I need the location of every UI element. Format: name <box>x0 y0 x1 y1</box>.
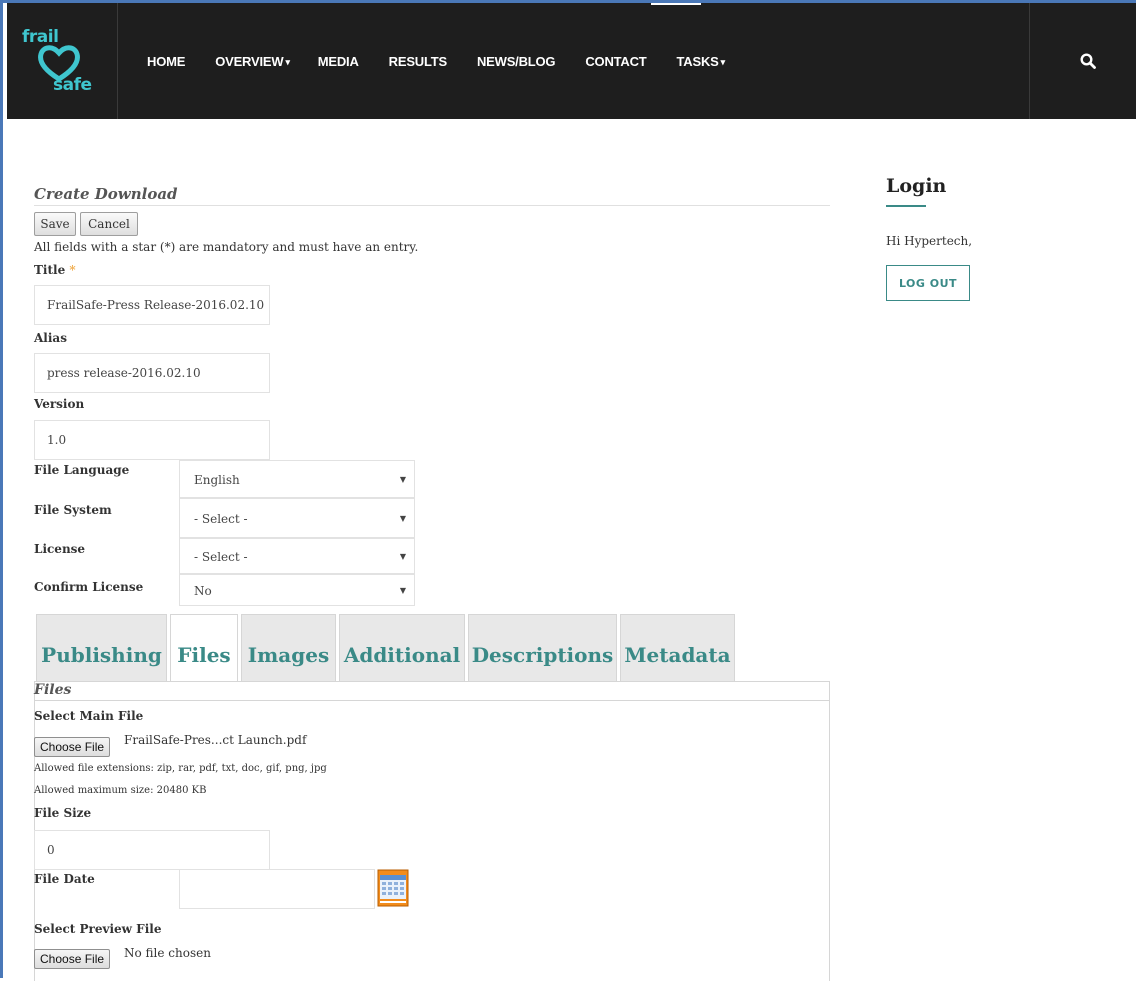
login-greeting: Hi Hypertech, <box>886 234 973 248</box>
file-system-label: File System <box>34 503 112 517</box>
version-label: Version <box>34 397 85 411</box>
allowed-size-note: Allowed maximum size: 20480 KB <box>34 785 207 796</box>
chevron-down-icon: ▾ <box>285 56 290 67</box>
nav-item-home[interactable]: HOME <box>147 54 187 69</box>
login-title-underline <box>886 205 926 207</box>
nav-item-tasks[interactable]: TASKS ▾ <box>677 54 726 69</box>
nav-item-overview[interactable]: OVERVIEW ▾ <box>215 54 290 69</box>
version-input[interactable]: 1.0 <box>34 420 270 460</box>
tab-publishing[interactable]: Publishing <box>36 614 167 682</box>
tab-metadata[interactable]: Metadata <box>620 614 735 682</box>
choose-preview-file-button[interactable]: Choose File <box>34 949 111 969</box>
license-label: License <box>34 542 86 556</box>
save-button[interactable]: Save <box>34 212 76 236</box>
confirm-license-select[interactable]: No ▼ <box>179 574 415 606</box>
site-logo[interactable]: frail safe <box>7 3 118 119</box>
login-widget-title: Login <box>886 175 947 197</box>
logo-text-safe: safe <box>53 75 92 95</box>
cancel-button[interactable]: Cancel <box>80 212 138 236</box>
file-language-label: File Language <box>34 463 130 477</box>
main-file-label: Select Main File <box>34 709 144 723</box>
chevron-down-icon: ▼ <box>399 552 406 561</box>
allowed-extensions-note: Allowed file extensions: zip, rar, pdf, … <box>34 763 327 774</box>
chevron-down-icon: ▼ <box>399 475 406 484</box>
license-select[interactable]: - Select - ▼ <box>179 538 415 574</box>
chevron-down-icon: ▼ <box>399 514 406 523</box>
file-language-select[interactable]: English ▼ <box>179 460 415 498</box>
main-file-name: FrailSafe-Pres...ct Launch.pdf <box>124 733 307 747</box>
tab-descriptions[interactable]: Descriptions <box>468 614 617 682</box>
file-system-select[interactable]: - Select - ▼ <box>179 498 415 538</box>
page-title: Create Download <box>34 185 178 203</box>
top-navbar: frail safe HOME OVERVIEW ▾ MEDIA RESULTS … <box>7 3 1136 119</box>
file-date-label: File Date <box>34 872 95 886</box>
files-panel-title: Files <box>34 682 72 698</box>
tab-images[interactable]: Images <box>241 614 336 682</box>
title-divider <box>34 205 830 206</box>
alias-input[interactable]: press release-2016.02.10 <box>34 353 270 393</box>
confirm-license-label: Confirm License <box>34 580 144 594</box>
chevron-down-icon: ▼ <box>399 586 406 595</box>
main-menu: HOME OVERVIEW ▾ MEDIA RESULTS NEWS/BLOG C… <box>147 3 753 119</box>
search-button[interactable] <box>1029 3 1136 119</box>
calendar-icon[interactable] <box>377 869 409 907</box>
chevron-down-icon: ▾ <box>720 56 726 67</box>
file-size-input[interactable]: 0 <box>34 830 270 870</box>
logout-button[interactable]: LOG OUT <box>886 265 970 301</box>
preview-file-name: No file chosen <box>124 946 211 960</box>
nav-active-indicator <box>651 3 701 5</box>
window-frame-left <box>0 0 3 978</box>
title-label: Title * <box>34 263 76 277</box>
file-size-label: File Size <box>34 806 92 820</box>
nav-item-news-blog[interactable]: NEWS/BLOG <box>477 54 557 69</box>
nav-item-contact[interactable]: CONTACT <box>585 54 648 69</box>
required-star: * <box>69 263 76 277</box>
tab-files[interactable]: Files <box>170 614 238 682</box>
search-icon <box>1080 53 1096 69</box>
tab-additional[interactable]: Additional <box>339 614 465 682</box>
nav-item-results[interactable]: RESULTS <box>389 54 449 69</box>
mandatory-hint: All fields with a star (*) are mandatory… <box>34 240 419 254</box>
nav-item-media[interactable]: MEDIA <box>318 54 361 69</box>
file-date-input[interactable] <box>179 869 375 909</box>
title-input[interactable]: FrailSafe-Press Release-2016.02.10 <box>34 285 270 325</box>
preview-file-label: Select Preview File <box>34 922 162 936</box>
alias-label: Alias <box>34 331 67 345</box>
panel-divider <box>34 700 830 701</box>
choose-main-file-button[interactable]: Choose File <box>34 737 111 757</box>
